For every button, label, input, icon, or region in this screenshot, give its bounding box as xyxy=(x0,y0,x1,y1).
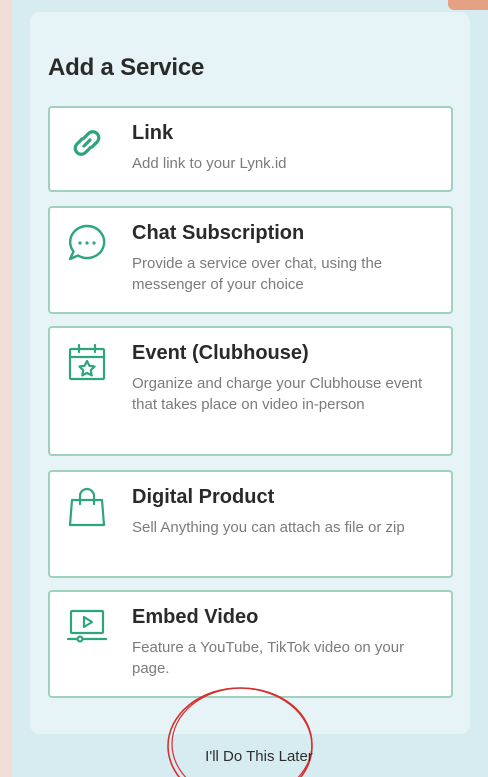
do-this-later-link[interactable]: I'll Do This Later xyxy=(0,748,488,765)
service-chat-subscription[interactable]: Chat Subscription Provide a service over… xyxy=(48,206,453,314)
service-description: Add link to your Lynk.id xyxy=(132,155,287,172)
corner-accent xyxy=(448,0,488,10)
calendar-star-icon xyxy=(66,342,108,384)
service-name: Event (Clubhouse) xyxy=(132,342,309,364)
shopping-bag-icon xyxy=(66,486,108,528)
service-name: Embed Video xyxy=(132,606,259,628)
service-description: Feature a YouTube, TikTok video on your … xyxy=(132,639,405,677)
service-link[interactable]: Link Add link to your Lynk.id xyxy=(48,106,453,192)
do-this-later-label: I'll Do This Later xyxy=(205,748,313,765)
service-embed-video[interactable]: Embed Video Feature a YouTube, TikTok vi… xyxy=(48,590,453,698)
link-icon xyxy=(66,122,108,164)
add-service-card: Add a Service Link Add link to your Lynk… xyxy=(30,12,470,734)
chat-bubble-icon xyxy=(66,222,108,264)
service-description: Organize and charge your Clubhouse event… xyxy=(132,375,423,413)
service-name: Chat Subscription xyxy=(132,222,305,244)
service-name: Link xyxy=(132,122,174,144)
card-title: Add a Service xyxy=(48,54,205,81)
service-description: Provide a service over chat, using the m… xyxy=(132,255,383,293)
service-event-clubhouse[interactable]: Event (Clubhouse) Organize and charge yo… xyxy=(48,326,453,456)
video-play-icon xyxy=(66,606,108,648)
service-digital-product[interactable]: Digital Product Sell Anything you can at… xyxy=(48,470,453,578)
service-name: Digital Product xyxy=(132,486,275,508)
service-description: Sell Anything you can attach as file or … xyxy=(132,519,405,536)
